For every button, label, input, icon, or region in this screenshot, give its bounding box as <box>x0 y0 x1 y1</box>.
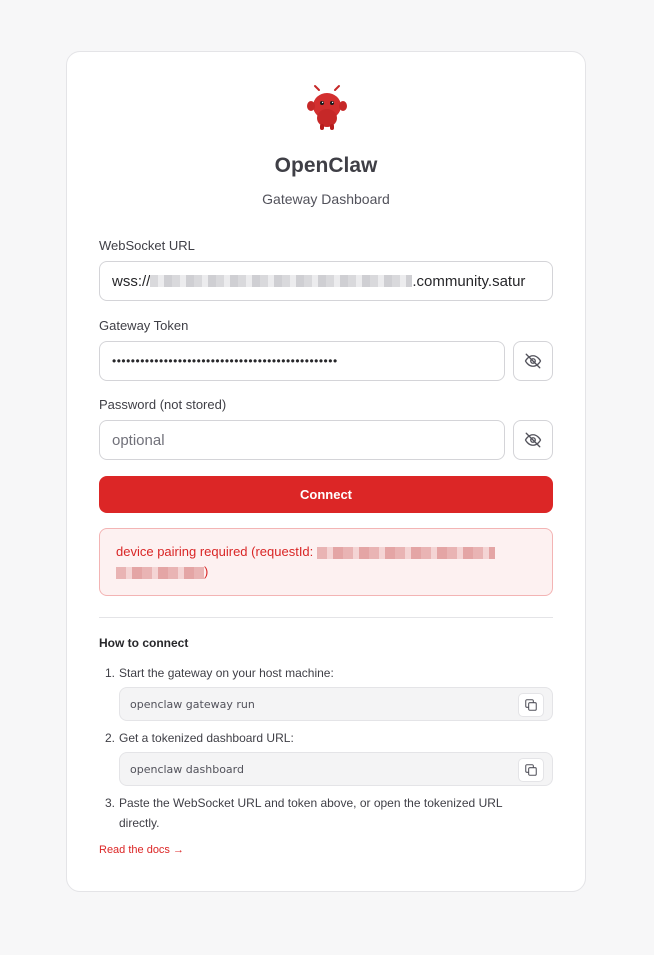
code-text: openclaw gateway run <box>130 697 255 711</box>
howto-title: How to connect <box>99 636 189 650</box>
step-number: 2. <box>105 731 116 745</box>
app-title: OpenClaw <box>274 154 378 177</box>
toggle-token-visibility-button[interactable] <box>513 341 553 381</box>
step-text: Paste the WebSocket URL and token above,… <box>119 796 503 830</box>
step-text: Get a tokenized dashboard URL: <box>119 731 294 745</box>
code-snippet: openclaw gateway run <box>119 687 553 721</box>
websocket-url-prefix: wss:// <box>112 272 151 290</box>
eye-off-icon <box>524 432 542 448</box>
password-placeholder: optional <box>112 431 165 449</box>
code-snippet: openclaw dashboard <box>119 752 553 786</box>
password-label: Password (not stored) <box>99 397 227 412</box>
error-message: device pairing required (requestId: ) <box>99 528 553 596</box>
copy-button[interactable] <box>518 693 544 717</box>
websocket-url-label: WebSocket URL <box>99 238 195 253</box>
step-number: 3. <box>105 796 116 810</box>
websocket-url-input[interactable]: wss:// .community.satur <box>99 261 553 301</box>
password-input[interactable]: optional <box>99 420 505 460</box>
code-text: openclaw dashboard <box>130 762 244 776</box>
gateway-token-input[interactable]: ••••••••••••••••••••••••••••••••••••••••… <box>99 341 505 381</box>
login-card: OpenClaw Gateway Dashboard WebSocket URL… <box>66 51 586 892</box>
websocket-url-suffix: .community.satur <box>412 272 526 290</box>
eye-off-icon <box>524 353 542 369</box>
copy-button[interactable] <box>518 758 544 782</box>
redacted-host <box>150 275 413 287</box>
step-text: Start the gateway on your host machine: <box>119 666 334 680</box>
connect-button[interactable]: Connect <box>99 476 553 513</box>
divider <box>99 617 553 618</box>
error-text-suffix: ) <box>204 564 209 579</box>
error-text-prefix: device pairing required (requestId: <box>116 544 317 559</box>
redacted-request-id <box>316 546 495 559</box>
copy-icon <box>525 764 537 776</box>
step-number: 1. <box>105 666 116 680</box>
openclaw-logo-icon <box>307 85 347 130</box>
toggle-password-visibility-button[interactable] <box>513 420 553 460</box>
redacted-request-id-cont <box>116 566 204 579</box>
copy-icon <box>525 699 537 711</box>
gateway-token-value: ••••••••••••••••••••••••••••••••••••••••… <box>112 354 338 368</box>
read-docs-link[interactable]: Read the docs → <box>99 844 184 856</box>
app-subtitle: Gateway Dashboard <box>262 191 390 207</box>
gateway-token-label: Gateway Token <box>99 318 189 333</box>
